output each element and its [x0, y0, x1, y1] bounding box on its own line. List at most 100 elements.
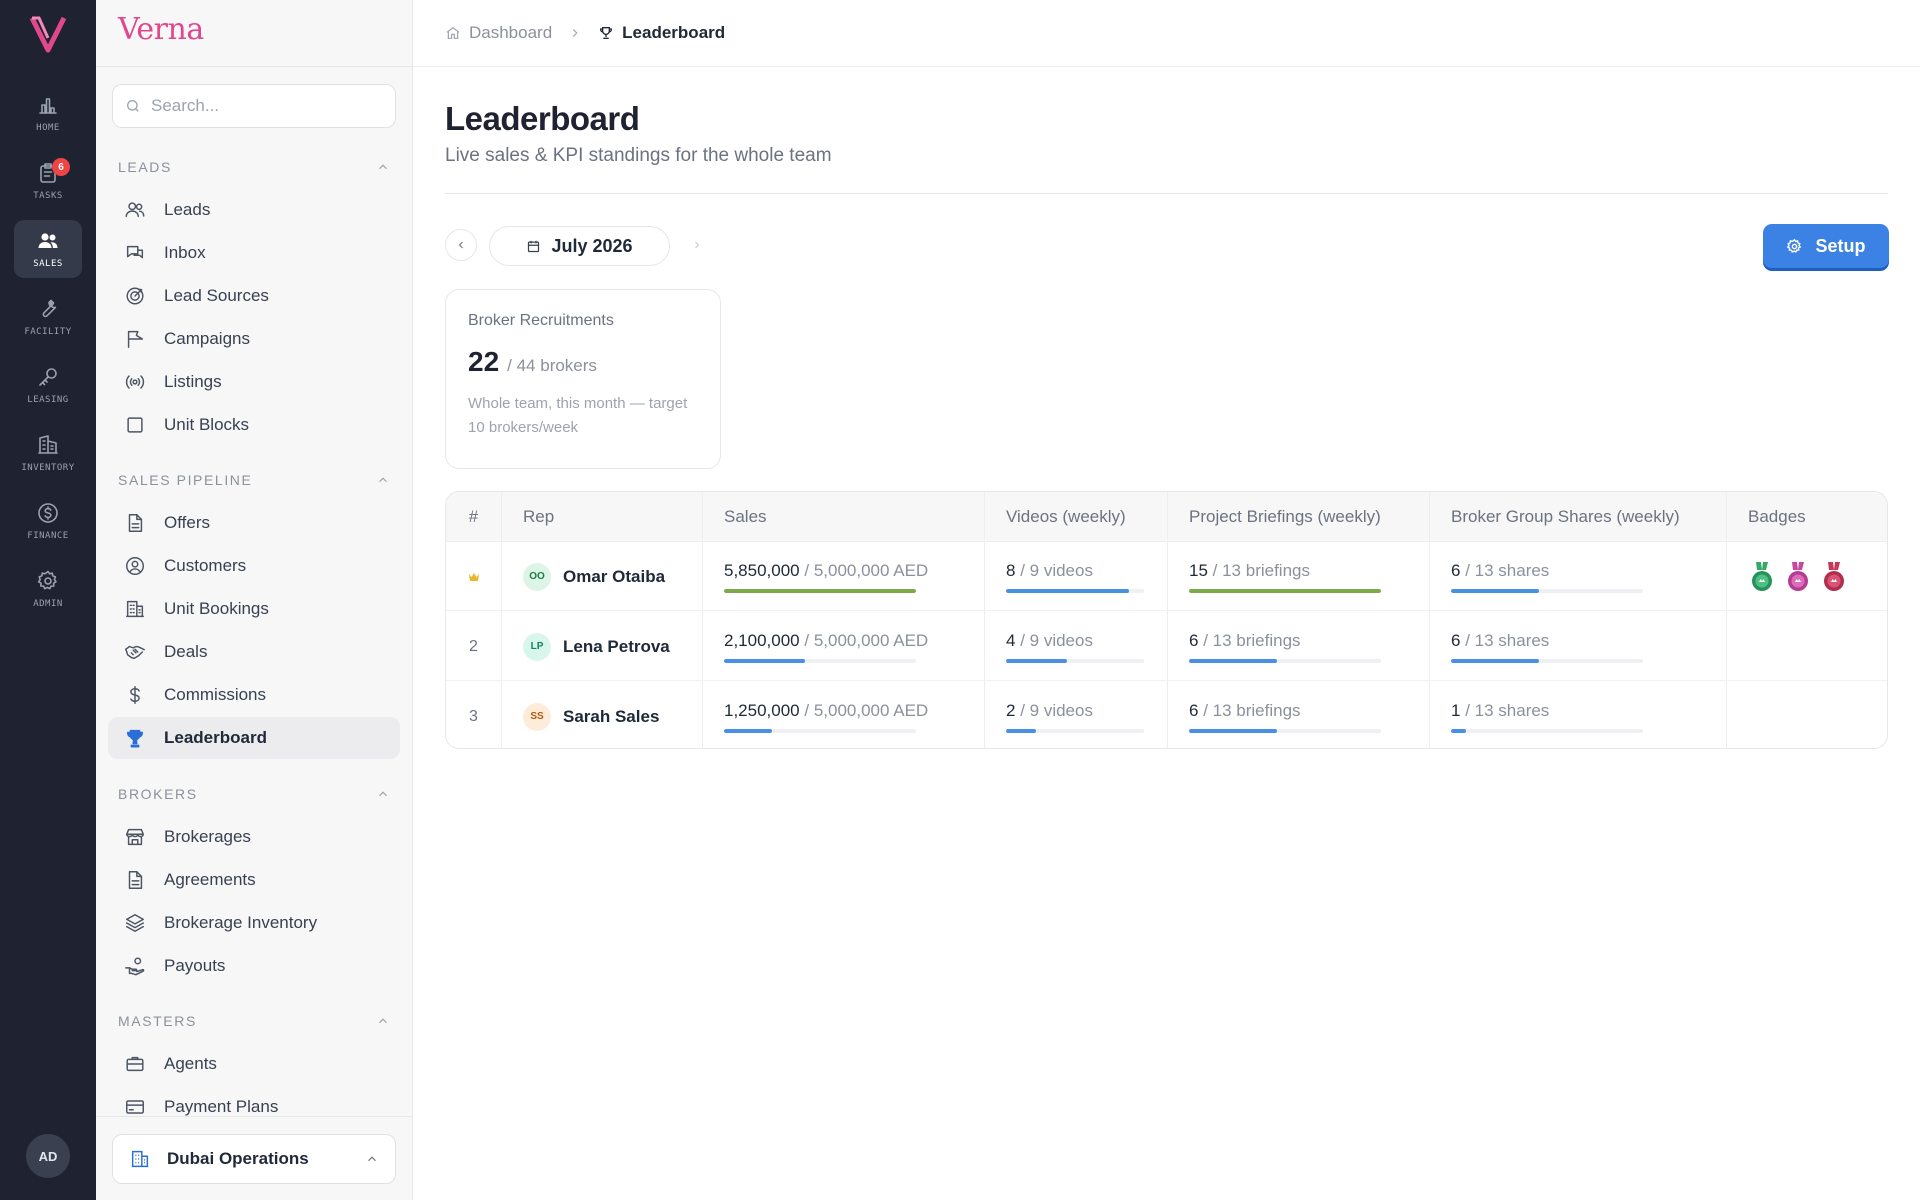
kpi-target: / 44 brokers [507, 356, 597, 375]
next-month-button[interactable] [681, 229, 713, 261]
nav-item-leaderboard[interactable]: Leaderboard [108, 717, 400, 759]
rail-item-sales[interactable]: SALES [14, 220, 82, 278]
flag-icon [127, 330, 144, 348]
chevron-right-icon [573, 29, 578, 37]
column-header-sales[interactable]: Sales [702, 492, 767, 542]
table-row[interactable]: 3 SS Sarah Sales 1,250,000 / 5,000,000 A… [446, 682, 1887, 748]
organization-switcher[interactable]: Dubai Operations [112, 1134, 396, 1184]
rail-item-facility[interactable]: FACILITY [14, 288, 82, 346]
user-avatar[interactable]: AD [26, 1134, 70, 1178]
table-row[interactable]: 2 LP Lena Petrova 2,100,000 / 5,000,000 … [446, 612, 1887, 681]
red-medal-icon[interactable] [1820, 561, 1848, 593]
nav-item-label: Unit Blocks [164, 415, 250, 434]
rank-cell: 2 [469, 637, 478, 655]
column-header-broker-group-shares[interactable]: Broker Group Shares (weekly) [1429, 492, 1680, 542]
divider [96, 1116, 413, 1117]
dollar-icon [130, 686, 140, 704]
nav-item-unit-blocks[interactable]: Unit Blocks [108, 404, 400, 446]
nav-item-agreements[interactable]: Agreements [108, 859, 400, 901]
nav-item-campaigns[interactable]: Campaigns [108, 318, 400, 360]
verna-logo-icon [29, 16, 67, 53]
nav-item-inbox[interactable]: Inbox [108, 232, 400, 274]
nav-item-brokerages[interactable]: Brokerages [108, 816, 400, 858]
rail-item-tasks[interactable]: TASKS 6 [14, 152, 82, 210]
sales-value: 1,250,000 [724, 700, 800, 720]
progress-fill [1189, 728, 1278, 733]
rail-label: TASKS [33, 191, 63, 201]
progress-fill [1451, 728, 1467, 733]
nav-item-offers[interactable]: Offers [108, 502, 400, 544]
nav-item-label: Campaigns [164, 329, 250, 348]
nav-item-leads[interactable]: Leads [108, 189, 400, 231]
nav-item-payment-plans[interactable]: Payment Plans [108, 1086, 400, 1128]
videos-progress-bar [1006, 658, 1144, 663]
column-header-rank[interactable]: # [446, 492, 501, 542]
setup-button[interactable]: Setup [1763, 224, 1889, 268]
briefings-cell: 15 / 13 briefings [1167, 542, 1381, 611]
kpi-card-broker-recruitments: Broker Recruitments 22 / 44 brokers Whol… [445, 289, 721, 469]
rail-label: FINANCE [27, 531, 69, 541]
chevron-up-icon [379, 1018, 387, 1024]
bar-chart-icon [39, 98, 57, 114]
previous-month-button[interactable] [445, 229, 477, 261]
kpi-title: Broker Recruitments [468, 312, 614, 329]
nav-item-unit-bookings[interactable]: Unit Bookings [108, 588, 400, 630]
rail-item-admin[interactable]: ADMIN [14, 560, 82, 618]
breadcrumb-home-label: Dashboard [469, 23, 553, 42]
section-title: LEADS [118, 159, 172, 175]
nav-item-label: Leaderboard [164, 728, 267, 747]
table-row[interactable]: OO Omar Otaiba 5,850,000 / 5,000,000 AED… [446, 542, 1887, 611]
nav-item-deals[interactable]: Deals [108, 631, 400, 673]
rail-item-finance[interactable]: FINANCE [14, 492, 82, 550]
nav-item-brokerage-inventory[interactable]: Brokerage Inventory [108, 902, 400, 944]
tasks-count-badge: 6 [52, 158, 70, 176]
rail-item-home[interactable]: HOME [14, 84, 82, 142]
section-header-leads[interactable]: LEADS [118, 157, 390, 177]
green-medal-icon[interactable] [1748, 561, 1776, 593]
rep-name[interactable]: Sarah Sales [563, 707, 659, 727]
column-header-videos[interactable]: Videos (weekly) [984, 492, 1126, 542]
briefings-progress-bar [1189, 658, 1381, 663]
nav-item-lead-sources[interactable]: Lead Sources [108, 275, 400, 317]
rep-name[interactable]: Lena Petrova [563, 637, 670, 657]
chevron-right-icon [695, 241, 700, 249]
section-header-sales-pipeline[interactable]: SALES PIPELINE [118, 470, 390, 490]
gear-icon [1787, 238, 1802, 253]
shares-value: 1 [1451, 700, 1461, 720]
nav-item-label: Agreements [164, 870, 256, 889]
rail-item-leasing[interactable]: LEASING [14, 356, 82, 414]
search-input[interactable] [151, 96, 381, 116]
pink-medal-icon[interactable] [1784, 561, 1812, 593]
nav-item-payouts[interactable]: Payouts [108, 945, 400, 987]
column-header-project-briefings[interactable]: Project Briefings (weekly) [1167, 492, 1381, 542]
videos-cell: 8 / 9 videos [984, 542, 1144, 611]
key-icon [39, 368, 57, 386]
progress-fill [1006, 728, 1037, 733]
rep-name[interactable]: Omar Otaiba [563, 567, 665, 587]
sales-value: 2,100,000 [724, 630, 800, 650]
sales-progress-bar [724, 728, 916, 733]
section-title: MASTERS [118, 1013, 197, 1029]
nav-item-agents[interactable]: Agents [108, 1043, 400, 1085]
sales-cell: 2,100,000 / 5,000,000 AED [702, 612, 928, 681]
briefings-cell: 6 / 13 briefings [1167, 612, 1381, 681]
column-header-rep[interactable]: Rep [501, 492, 554, 542]
search-icon [127, 100, 139, 112]
calendar-icon [528, 240, 540, 252]
shares-progress-bar [1451, 728, 1643, 733]
nav-item-commissions[interactable]: Commissions [108, 674, 400, 716]
nav-item-listings[interactable]: Listings [108, 361, 400, 403]
broadcast-icon [125, 375, 145, 389]
section-header-brokers[interactable]: BROKERS [118, 784, 390, 804]
nav-item-customers[interactable]: Customers [108, 545, 400, 587]
search-box[interactable] [112, 84, 396, 128]
breadcrumb-dashboard-link[interactable]: Dashboard [445, 23, 552, 43]
section-header-masters[interactable]: MASTERS [118, 1011, 390, 1031]
briefings-target: / 13 briefings [1203, 700, 1301, 720]
column-header-badges[interactable]: Badges [1726, 492, 1806, 542]
progress-fill [1189, 588, 1381, 593]
chat-bubbles-icon [126, 245, 144, 259]
handshake-icon [125, 645, 145, 660]
rail-item-inventory[interactable]: INVENTORY [14, 424, 82, 482]
month-picker[interactable]: July 2026 [489, 226, 670, 266]
